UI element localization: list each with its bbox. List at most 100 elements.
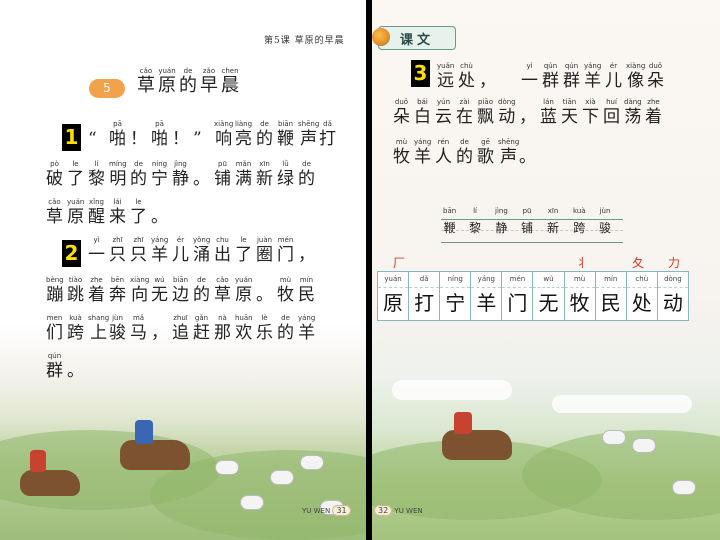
char-unit: zhe 着 <box>645 98 662 127</box>
hanzi: 群 <box>542 71 559 91</box>
pinyin: lí <box>94 160 99 168</box>
char-unit: biān 边 <box>172 276 189 305</box>
writing-cell: mù 牧 <box>564 272 596 320</box>
hanzi: 羊 <box>476 291 497 315</box>
sheep-illustration <box>240 495 264 510</box>
char-unit: 。 <box>151 198 168 227</box>
char-unit: shēng 声 <box>298 120 319 149</box>
paragraph-marker-3: 3 <box>411 60 430 87</box>
char-unit: yuǎn 远 <box>437 62 454 91</box>
char-unit: liàng 亮 <box>235 120 252 149</box>
pinyin: pū <box>218 160 227 168</box>
pinyin: xiǎng <box>214 120 234 128</box>
pinyin: yǒng <box>193 236 211 244</box>
hanzi: 回 <box>603 107 620 127</box>
hanzi: 破 <box>46 169 63 189</box>
pinyin: chù <box>460 62 473 70</box>
char-unit: lái 来 <box>109 198 126 227</box>
pinyin: níng <box>151 160 168 168</box>
char-unit: ” <box>193 120 202 149</box>
pinyin: dǎ <box>409 272 440 288</box>
char-unit: de 的 <box>456 138 473 167</box>
char-unit: yuán 原 <box>235 276 252 305</box>
hanzi: 一 <box>521 71 538 91</box>
pinyin: xǐng <box>89 198 104 206</box>
hanzi: 宁 <box>445 291 466 315</box>
char-unit: yáng 羊 <box>151 236 168 265</box>
hanzi: 出 <box>214 245 231 265</box>
hanzi: 追 <box>172 323 189 343</box>
pinyin: yáng <box>584 62 602 70</box>
pinyin: jùn <box>112 314 123 322</box>
pinyin: le <box>240 236 247 244</box>
hanzi: 群 <box>46 361 63 381</box>
char-unit: zài 在 <box>456 98 473 127</box>
char-unit: lǜ 绿 <box>277 160 294 189</box>
char-unit: nà 那 <box>214 314 231 343</box>
hanzi: 。 <box>519 147 536 167</box>
hanzi: 儿 <box>605 71 622 91</box>
sheep-illustration <box>300 455 324 470</box>
pinyin: qún <box>564 62 579 70</box>
char-unit: qún 群 <box>542 62 559 91</box>
char-unit: 。 <box>256 276 273 305</box>
paragraph-marker-2: 2 <box>62 240 81 267</box>
paragraph-marker-1: 1 <box>62 124 81 151</box>
pinyin: pā <box>155 120 164 128</box>
hanzi: 声 <box>500 147 518 167</box>
sheep-illustration <box>270 470 294 485</box>
hanzi: 乐 <box>256 323 273 343</box>
char-unit: yáng 羊 <box>584 62 601 91</box>
char-unit: ér 儿 <box>605 62 622 91</box>
pinyin: le <box>72 160 79 168</box>
pinyin: chu <box>216 236 229 244</box>
char-unit: piāo 飘 <box>477 98 494 127</box>
hanzi: 晨 <box>221 75 239 96</box>
char-unit: mǎ 马 <box>130 314 147 343</box>
hanzi: 原 <box>67 207 85 227</box>
pinyin: qún <box>47 352 62 360</box>
hanzi: 满 <box>235 169 252 189</box>
pinyin: chù <box>626 272 657 288</box>
char-unit: shang 上 <box>88 314 109 343</box>
pinyin: mù <box>395 138 408 146</box>
hanzi: ！ <box>130 129 147 149</box>
hanzi: 跨 <box>67 323 84 343</box>
hanzi: 着 <box>88 285 105 305</box>
pinyin: zhuī <box>173 314 188 322</box>
pinyin: mǎ <box>132 314 145 322</box>
char-unit: le 了 <box>67 160 84 189</box>
pinyin: yáng <box>471 272 502 288</box>
hanzi: 。 <box>67 361 84 381</box>
pinyin: zài <box>459 98 470 106</box>
char-unit: chu 出 <box>214 236 231 265</box>
hanzi: 的 <box>298 169 315 189</box>
hanzi: 只 <box>130 245 147 265</box>
stroke-hint: 厂 <box>393 256 406 270</box>
hanzi: 着 <box>645 107 662 127</box>
hanzi: 天 <box>561 107 578 127</box>
hanzi: 欢 <box>235 323 253 343</box>
pinyin: mén <box>502 272 533 288</box>
pinyin: mín <box>299 276 314 284</box>
pinyin: pū <box>522 207 532 215</box>
pinyin: wú <box>533 272 564 288</box>
hanzi: 门 <box>507 291 528 315</box>
char-unit: jùn 骏 <box>599 207 611 240</box>
hanzi: 涌 <box>193 245 211 265</box>
hanzi: 无 <box>538 291 559 315</box>
writing-cell: yáng 羊 <box>471 272 503 320</box>
hanzi: 黎 <box>469 221 482 235</box>
pinyin: yún <box>436 98 450 106</box>
hanzi: 动 <box>662 291 683 315</box>
char-unit: yì 一 <box>88 236 105 265</box>
pinyin: lí <box>473 207 477 215</box>
char-unit: 。 <box>67 352 84 381</box>
char-unit: jùn 骏 <box>109 314 126 343</box>
hanzi: 远 <box>437 71 455 91</box>
char-unit: yáng 羊 <box>414 138 431 167</box>
hanzi: 跨 <box>573 221 586 235</box>
char-unit: mǎn 满 <box>235 160 252 189</box>
hanzi: ， <box>151 323 168 343</box>
hanzi: 赶 <box>193 323 210 343</box>
